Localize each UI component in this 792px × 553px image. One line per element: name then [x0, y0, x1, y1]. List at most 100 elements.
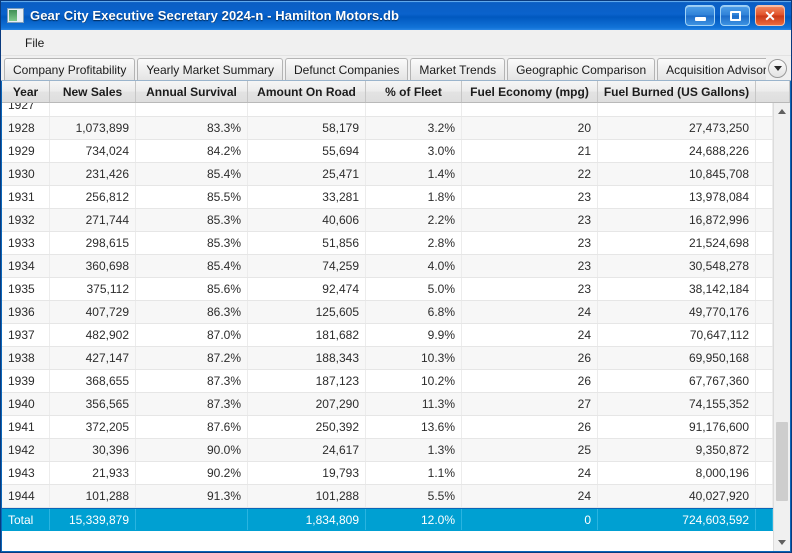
table-cell: 1939	[2, 370, 50, 392]
table-row[interactable]: 1931256,81285.5%33,2811.8%2313,978,084	[2, 186, 773, 209]
table-total-row[interactable]: Total15,339,8791,834,80912.0%0724,603,59…	[2, 508, 773, 531]
table-cell: 85.5%	[136, 186, 248, 208]
tab-acquisition-advisor[interactable]: Acquisition Advisor	[657, 58, 766, 80]
table-cell: 24	[462, 462, 598, 484]
table-cell: 207,290	[248, 393, 366, 415]
tab-overflow-button[interactable]	[768, 59, 787, 78]
table-cell: 16,872,996	[598, 209, 756, 231]
table-cell: 27,473,250	[598, 117, 756, 139]
table-cell: 250,392	[248, 416, 366, 438]
table-cell: 21	[462, 140, 598, 162]
table-row[interactable]: 1936407,72986.3%125,6056.8%2449,770,176	[2, 301, 773, 324]
table-cell: 24	[462, 485, 598, 507]
tab-company-profitability[interactable]: Company Profitability	[4, 58, 135, 80]
table-cell: 256,812	[50, 186, 136, 208]
table-cell: 87.3%	[136, 393, 248, 415]
table-row[interactable]: 1927	[2, 103, 773, 117]
column-header-of-fleet[interactable]: % of Fleet	[366, 81, 462, 102]
table-cell	[756, 103, 773, 116]
app-window-icon	[7, 8, 24, 23]
tab-strip: Company ProfitabilityYearly Market Summa…	[1, 56, 791, 81]
table-cell: 271,744	[50, 209, 136, 231]
table-cell: 3.2%	[366, 117, 462, 139]
column-header-annual-survival[interactable]: Annual Survival	[136, 81, 248, 102]
table-cell: 1.1%	[366, 462, 462, 484]
table-row[interactable]: 1939368,65587.3%187,12310.2%2667,767,360	[2, 370, 773, 393]
tab-market-trends[interactable]: Market Trends	[410, 58, 505, 80]
table-row[interactable]: 1934360,69885.4%74,2594.0%2330,548,278	[2, 255, 773, 278]
grid-rows-viewport: 192719281,073,89983.3%58,1793.2%2027,473…	[2, 103, 773, 551]
table-cell	[756, 462, 773, 484]
table-cell: 51,856	[248, 232, 366, 254]
minimize-button[interactable]	[685, 5, 715, 26]
table-row[interactable]: 1941372,20587.6%250,39213.6%2691,176,600	[2, 416, 773, 439]
table-cell: 87.6%	[136, 416, 248, 438]
table-cell: 67,767,360	[598, 370, 756, 392]
data-grid: YearNew SalesAnnual SurvivalAmount On Ro…	[1, 81, 791, 552]
table-row[interactable]: 1940356,56587.3%207,29011.3%2774,155,352	[2, 393, 773, 416]
scroll-down-button[interactable]	[774, 534, 790, 551]
maximize-icon	[730, 11, 741, 21]
table-cell: 1928	[2, 117, 50, 139]
table-cell: 9,350,872	[598, 439, 756, 461]
table-cell: 83.3%	[136, 117, 248, 139]
table-cell: 1936	[2, 301, 50, 323]
table-cell: 26	[462, 370, 598, 392]
scroll-up-button[interactable]	[774, 103, 790, 120]
table-row[interactable]: 1929734,02484.2%55,6943.0%2124,688,226	[2, 140, 773, 163]
table-row[interactable]: 194230,39690.0%24,6171.3%259,350,872	[2, 439, 773, 462]
table-cell: 19,793	[248, 462, 366, 484]
table-cell: 20	[462, 117, 598, 139]
scrollbar-track[interactable]	[774, 120, 790, 534]
table-row[interactable]: 1932271,74485.3%40,6062.2%2316,872,996	[2, 209, 773, 232]
table-row[interactable]: 1930231,42685.4%25,4711.4%2210,845,708	[2, 163, 773, 186]
column-header-fuel-economy-mpg[interactable]: Fuel Economy (mpg)	[462, 81, 598, 102]
column-header-blank[interactable]	[756, 81, 790, 102]
table-cell: 23	[462, 209, 598, 231]
table-row[interactable]: 1938427,14787.2%188,34310.3%2669,950,168	[2, 347, 773, 370]
table-cell: 1935	[2, 278, 50, 300]
table-cell: 5.0%	[366, 278, 462, 300]
table-cell: 13,978,084	[598, 186, 756, 208]
table-row[interactable]: 1944101,28891.3%101,2885.5%2440,027,920	[2, 485, 773, 508]
table-cell	[756, 232, 773, 254]
table-cell: 24	[462, 301, 598, 323]
column-header-fuel-burned-us-gallons[interactable]: Fuel Burned (US Gallons)	[598, 81, 756, 102]
table-cell: 101,288	[248, 485, 366, 507]
maximize-button[interactable]	[720, 5, 750, 26]
table-cell: 12.0%	[366, 509, 462, 530]
table-row[interactable]: 1937482,90287.0%181,6829.9%2470,647,112	[2, 324, 773, 347]
table-cell: 22	[462, 163, 598, 185]
vertical-scroll-thumb[interactable]	[776, 422, 788, 501]
table-row[interactable]: 194321,93390.2%19,7931.1%248,000,196	[2, 462, 773, 485]
table-cell: 1.4%	[366, 163, 462, 185]
tab-defunct-companies[interactable]: Defunct Companies	[285, 58, 408, 80]
table-cell: 25	[462, 439, 598, 461]
table-cell	[598, 103, 756, 116]
tab-yearly-market-summary[interactable]: Yearly Market Summary	[137, 58, 283, 80]
table-cell: 90.0%	[136, 439, 248, 461]
table-cell: 1,834,809	[248, 509, 366, 530]
table-cell: 1942	[2, 439, 50, 461]
grid-body: 192719281,073,89983.3%58,1793.2%2027,473…	[2, 103, 790, 551]
tab-geographic-comparison[interactable]: Geographic Comparison	[507, 58, 655, 80]
column-header-amount-on-road[interactable]: Amount On Road	[248, 81, 366, 102]
table-cell	[50, 103, 136, 116]
vertical-scrollbar[interactable]	[773, 103, 790, 551]
table-cell	[756, 370, 773, 392]
close-button[interactable]: ✕	[755, 5, 785, 26]
table-row[interactable]: 1935375,11285.6%92,4745.0%2338,142,184	[2, 278, 773, 301]
table-cell: 188,343	[248, 347, 366, 369]
table-cell	[756, 324, 773, 346]
table-row[interactable]: 19281,073,89983.3%58,1793.2%2027,473,250	[2, 117, 773, 140]
table-cell	[756, 117, 773, 139]
table-row[interactable]: 1933298,61585.3%51,8562.8%2321,524,698	[2, 232, 773, 255]
column-header-new-sales[interactable]: New Sales	[50, 81, 136, 102]
table-cell: 10,845,708	[598, 163, 756, 185]
table-cell: 85.4%	[136, 255, 248, 277]
menu-item-file[interactable]: File	[17, 33, 52, 53]
column-header-year[interactable]: Year	[2, 81, 50, 102]
table-cell: 85.6%	[136, 278, 248, 300]
table-cell: 1940	[2, 393, 50, 415]
table-cell: 734,024	[50, 140, 136, 162]
